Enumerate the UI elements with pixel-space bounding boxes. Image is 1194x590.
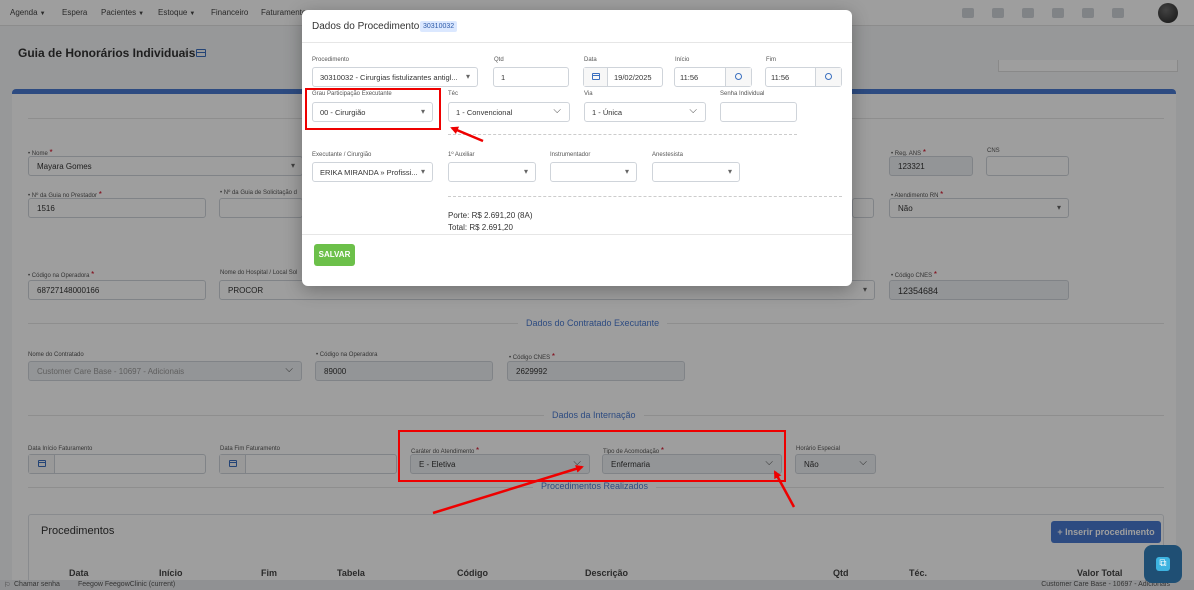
arrow-to-acomodacao bbox=[773, 470, 796, 508]
annotation-arrows bbox=[432, 126, 796, 515]
arrow-to-carater bbox=[432, 464, 584, 515]
arrow-to-grau bbox=[450, 126, 484, 143]
